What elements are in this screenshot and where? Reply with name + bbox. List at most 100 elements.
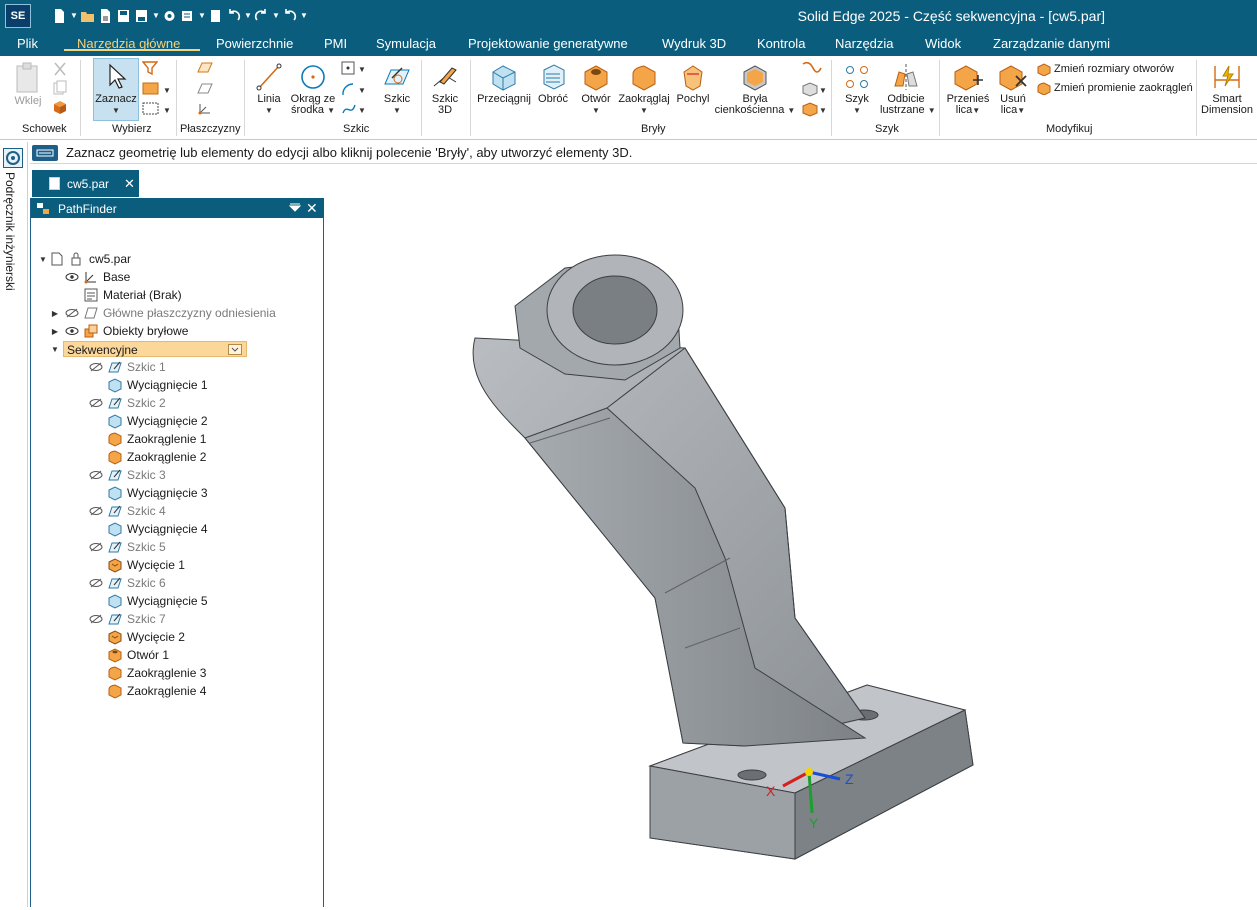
chevron-down-icon[interactable]: ▼ <box>244 8 252 24</box>
chevron-down-icon[interactable]: ▼ <box>618 105 670 116</box>
chevron-down-icon[interactable]: ▼ <box>251 105 287 116</box>
cut-icon[interactable] <box>51 61 71 79</box>
tree-item-sketch[interactable]: Szkic 6 <box>89 574 166 592</box>
tree-item-cut[interactable]: Wycięcie 1 <box>107 556 185 574</box>
tab-surfaces[interactable]: Powierzchnie <box>216 36 293 51</box>
format-painter-icon[interactable] <box>51 100 71 118</box>
eye-icon[interactable] <box>65 326 79 336</box>
chevron-down-icon[interactable]: ▼ <box>577 105 615 116</box>
coincident-plane-icon[interactable] <box>196 81 216 99</box>
sketch-3d-button[interactable]: Szkic 3D <box>425 62 465 116</box>
engineering-reference-tab[interactable]: Podręcznik inżynierski <box>3 172 17 291</box>
tree-item-cut[interactable]: Wycięcie 2 <box>107 628 185 646</box>
tree-item-round[interactable]: Zaokrąglenie 2 <box>107 448 206 466</box>
chevron-down-icon[interactable]: ▼ <box>70 8 78 24</box>
line-button[interactable]: Linia ▼ <box>251 62 287 116</box>
circle-by-center-button[interactable]: Okrąg ze środka ▼ <box>289 62 337 116</box>
draft-button[interactable]: Pochyl <box>675 62 711 105</box>
box-select-button[interactable]: ▼ <box>142 101 171 119</box>
copy-icon[interactable] <box>51 80 71 98</box>
collapse-arrow-icon[interactable]: ▼ <box>37 255 49 264</box>
tree-item-round[interactable]: Zaokrąglenie 4 <box>107 682 206 700</box>
extrude-button[interactable]: Przeciągnij <box>477 62 531 105</box>
paste-button[interactable]: Wklej <box>10 62 46 107</box>
round-button[interactable]: Zaokrąglaj ▼ <box>618 62 670 116</box>
gear-icon[interactable] <box>3 148 23 168</box>
coordinate-system-icon[interactable] <box>196 101 216 119</box>
tree-item-extrude[interactable]: Wyciągnięcie 2 <box>107 412 208 430</box>
tree-item-solid-bodies[interactable]: ▶ Obiekty bryłowe <box>49 322 188 340</box>
delete-faces-button[interactable]: Usuń lica▼ <box>994 62 1032 116</box>
tree-item-extrude[interactable]: Wyciągnięcie 3 <box>107 484 208 502</box>
gear-icon[interactable] <box>162 8 177 24</box>
eye-hidden-icon[interactable] <box>89 398 103 408</box>
tree-item-material[interactable]: Materiał (Brak) <box>83 286 182 304</box>
close-icon[interactable]: ✕ <box>306 200 318 217</box>
chevron-down-icon[interactable]: ▼ <box>198 8 206 24</box>
save-icon[interactable] <box>116 8 131 24</box>
properties-icon[interactable] <box>180 8 195 24</box>
helix-button[interactable] <box>800 60 826 78</box>
collapse-arrow-icon[interactable]: ▼ <box>49 345 61 354</box>
thin-wall-button[interactable]: Bryła cienkościenna ▼ <box>714 62 796 116</box>
tree-item-sketch[interactable]: Szkic 4 <box>89 502 166 520</box>
selection-filter-button[interactable]: ▼ <box>142 81 171 99</box>
tree-item-sketch[interactable]: Szkic 2 <box>89 394 166 412</box>
eye-hidden-icon[interactable] <box>65 308 79 318</box>
tree-item-round[interactable]: Zaokrąglenie 3 <box>107 664 206 682</box>
document-tab[interactable]: cw5.par ✕ <box>32 170 139 197</box>
close-icon[interactable]: ✕ <box>124 176 135 192</box>
eye-hidden-icon[interactable] <box>89 362 103 372</box>
chevron-down-icon[interactable]: ▼ <box>787 106 795 115</box>
chevron-down-icon[interactable]: ▼ <box>152 8 160 24</box>
tree-item-sketch[interactable]: Szkic 3 <box>89 466 166 484</box>
eye-hidden-icon[interactable] <box>89 578 103 588</box>
chevron-down-icon[interactable]: ▼ <box>838 105 876 116</box>
eye-hidden-icon[interactable] <box>89 470 103 480</box>
eye-hidden-icon[interactable] <box>89 614 103 624</box>
tree-item-sequential[interactable]: ▼ Sekwencyjne <box>49 340 247 358</box>
chevron-down-icon[interactable]: ▼ <box>94 105 138 116</box>
tree-item-extrude[interactable]: Wyciągnięcie 5 <box>107 592 208 610</box>
tab-generative-design[interactable]: Projektowanie generatywne <box>468 36 628 51</box>
chevron-down-icon[interactable]: ▼ <box>1017 106 1025 115</box>
select-button[interactable]: Zaznacz ▼ <box>94 62 138 116</box>
tab-view[interactable]: Widok <box>925 36 961 51</box>
mirror-button[interactable]: Odbicie lustrzane ▼ <box>880 62 936 116</box>
tab-tools[interactable]: Narzędzia <box>835 36 894 51</box>
tree-item-extrude[interactable]: Wyciągnięcie 4 <box>107 520 208 538</box>
point-button[interactable]: ▼ <box>341 60 369 78</box>
tree-root[interactable]: ▼ cw5.par <box>37 250 131 268</box>
undo-history-icon[interactable] <box>282 8 297 24</box>
redo-icon[interactable] <box>254 8 269 24</box>
filter-dropdown-icon[interactable] <box>228 344 242 355</box>
hole-button[interactable]: Otwór ▼ <box>577 62 615 116</box>
tree-item-sketch[interactable]: Szkic 7 <box>89 610 166 628</box>
tree-item-sketch[interactable]: Szkic 5 <box>89 538 166 556</box>
chevron-down-icon[interactable]: ▼ <box>272 8 280 24</box>
add-body-button[interactable]: ▼ <box>800 81 827 99</box>
document-icon[interactable] <box>208 8 223 24</box>
tree-item-base[interactable]: Base <box>65 268 130 286</box>
tree-item-round[interactable]: Zaokrąglenie 1 <box>107 430 206 448</box>
curve-button[interactable]: ▼ <box>341 101 369 119</box>
chevron-down-icon[interactable]: ▼ <box>378 105 416 116</box>
new-file-icon[interactable] <box>52 8 67 24</box>
tab-file[interactable]: Plik <box>17 36 38 51</box>
tree-item-reference-planes[interactable]: ▶ Główne płaszczyzny odniesienia <box>49 304 276 322</box>
graphics-viewport[interactable]: Z X Y <box>325 198 1257 907</box>
tree-item-hole[interactable]: Otwór 1 <box>107 646 169 664</box>
open-file-icon[interactable] <box>98 8 113 24</box>
plane-icon[interactable] <box>196 60 216 78</box>
chevron-down-icon[interactable]: ▼ <box>327 106 335 115</box>
chevron-down-icon[interactable]: ▼ <box>928 106 936 115</box>
eye-icon[interactable] <box>65 272 79 282</box>
tab-data-management[interactable]: Zarządzanie danymi <box>993 36 1110 51</box>
move-faces-button[interactable]: Przenieś lica▼ <box>945 62 991 116</box>
part-model[interactable]: Z X Y <box>325 198 1257 907</box>
tab-inspect[interactable]: Kontrola <box>757 36 805 51</box>
sketch-button[interactable]: Szkic ▼ <box>378 62 416 116</box>
sequential-selected-row[interactable]: Sekwencyjne <box>63 341 247 357</box>
filter-icon[interactable] <box>141 60 162 78</box>
eye-hidden-icon[interactable] <box>89 542 103 552</box>
